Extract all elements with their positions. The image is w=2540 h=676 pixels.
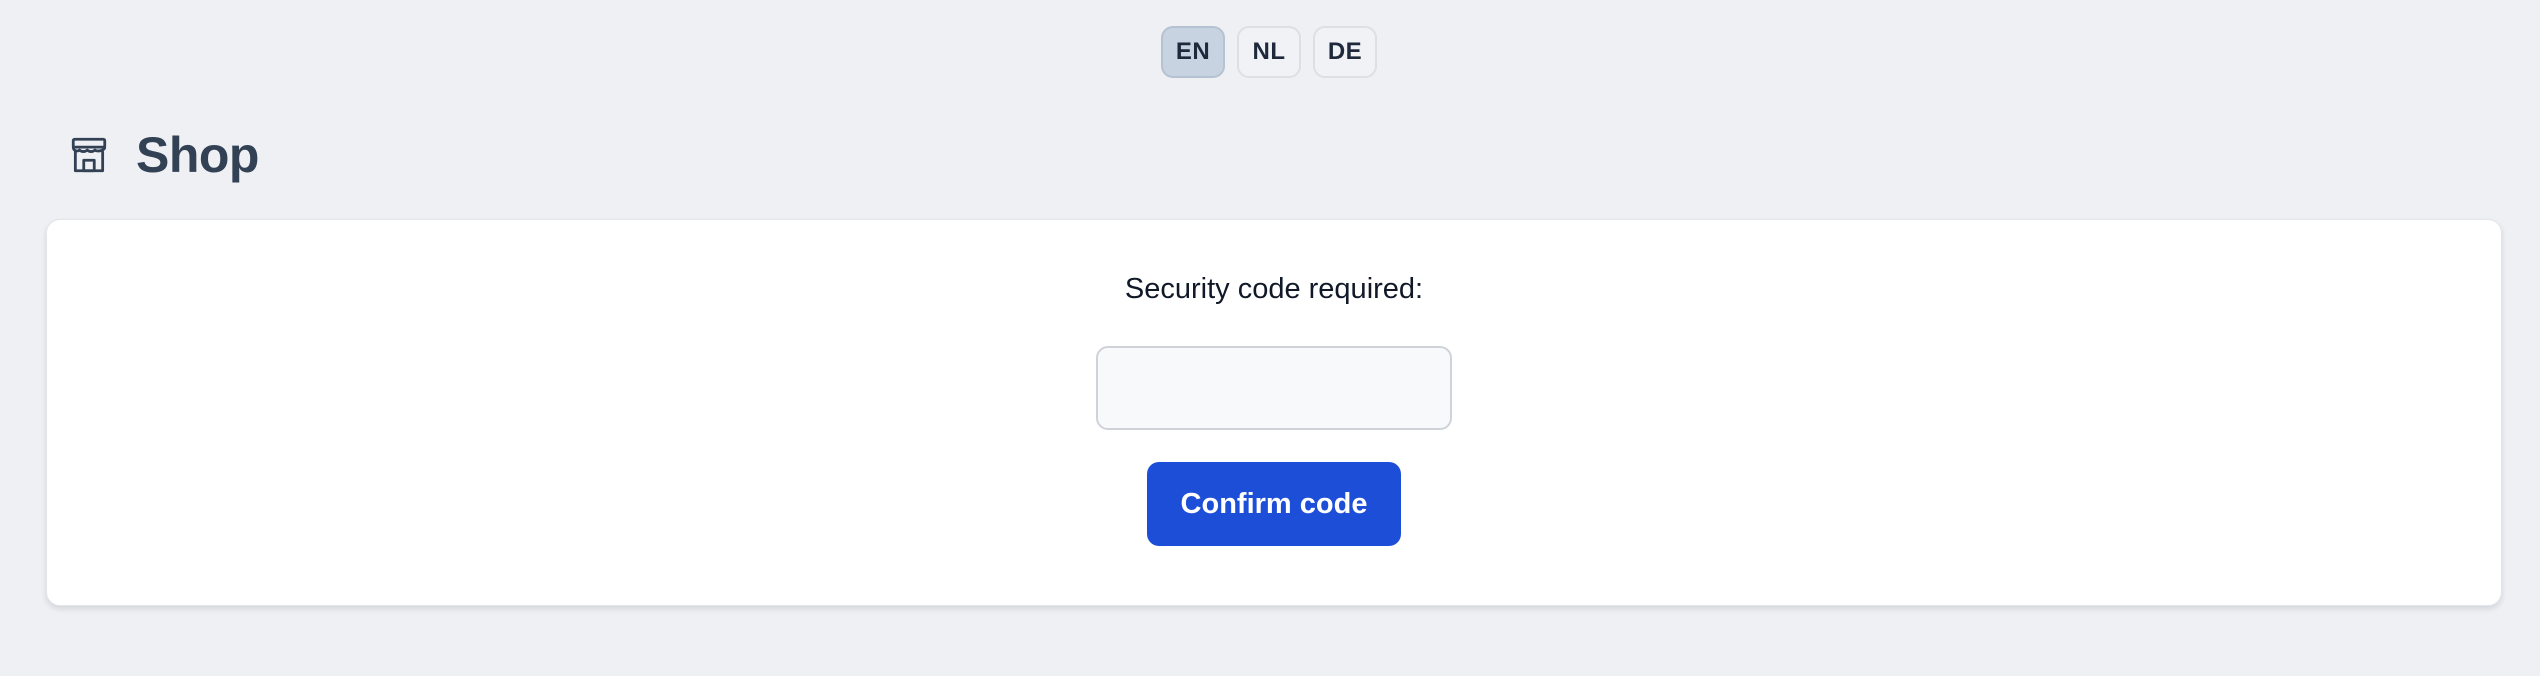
storefront-icon bbox=[71, 137, 107, 173]
page-header: Shop bbox=[68, 126, 259, 184]
language-button-en[interactable]: EN bbox=[1161, 26, 1225, 78]
page-title: Shop bbox=[136, 127, 259, 183]
confirm-code-button[interactable]: Confirm code bbox=[1147, 462, 1401, 546]
security-code-prompt: Security code required: bbox=[1124, 273, 1424, 305]
security-code-card: Security code required: Confirm code bbox=[46, 219, 2502, 606]
language-switcher: EN NL DE bbox=[0, 26, 2540, 78]
language-button-nl[interactable]: NL bbox=[1237, 26, 1301, 78]
language-button-de[interactable]: DE bbox=[1313, 26, 1377, 78]
security-code-input[interactable] bbox=[1096, 346, 1452, 430]
